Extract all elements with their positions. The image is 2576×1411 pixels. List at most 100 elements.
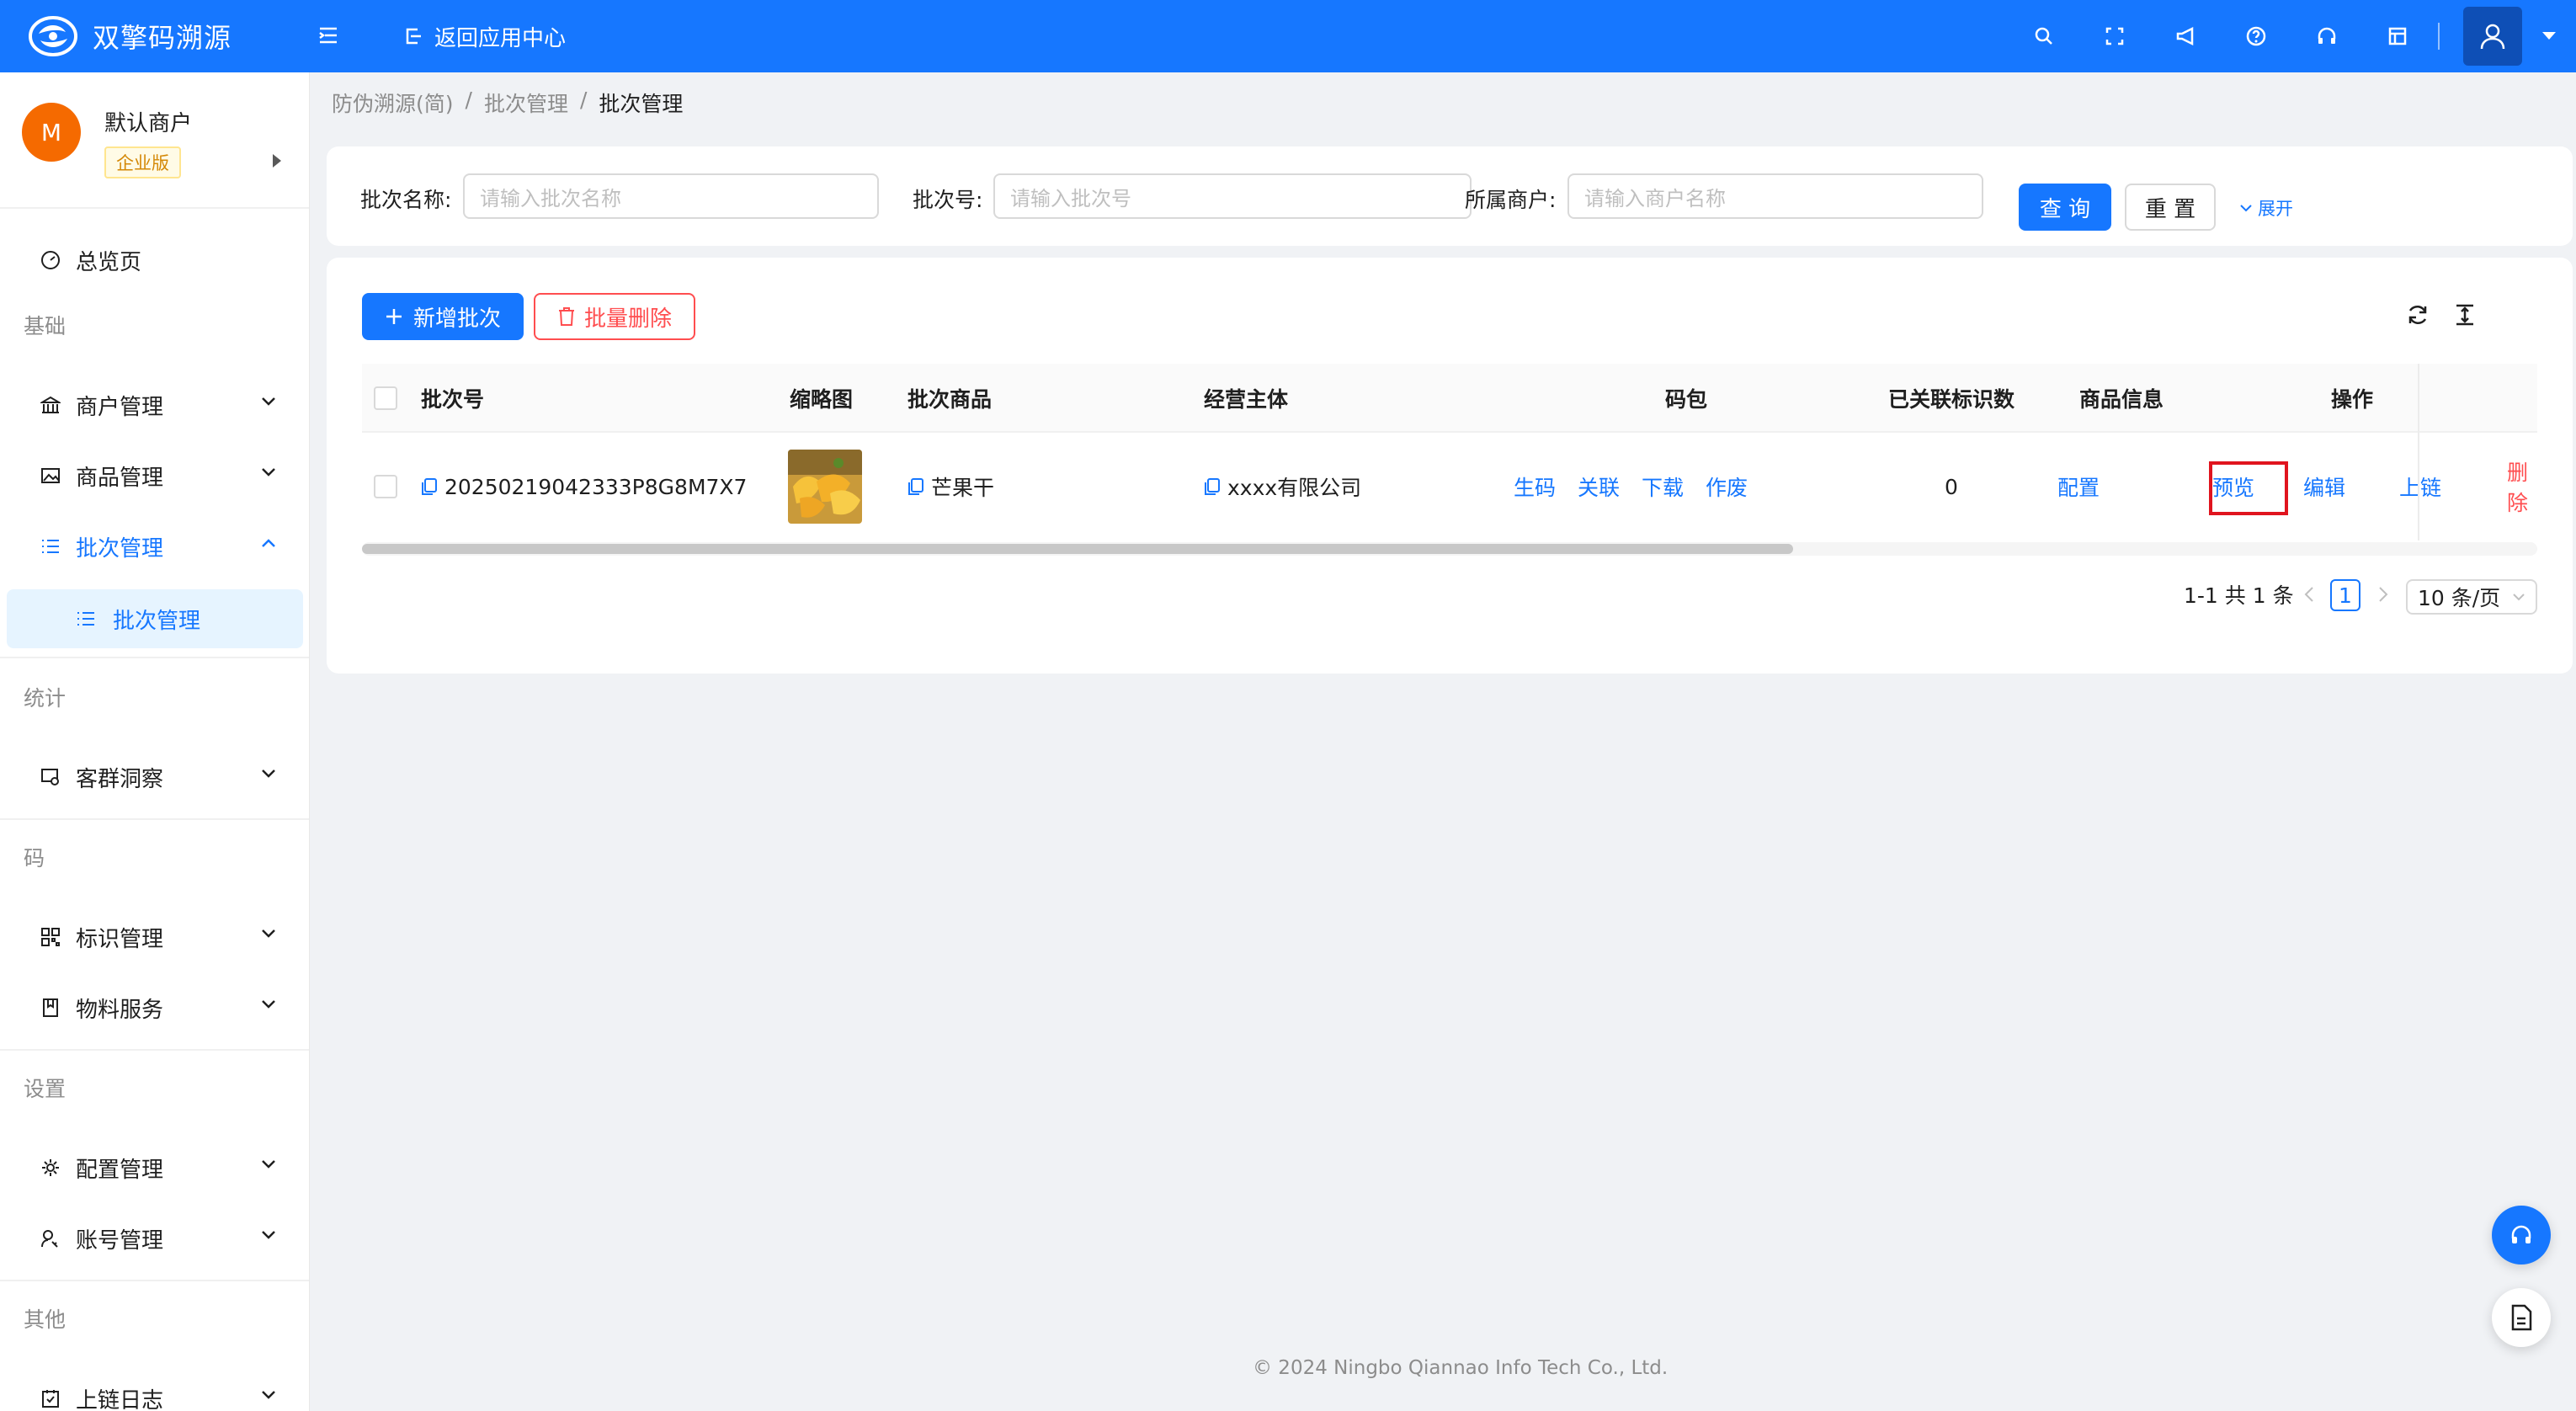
product-value: 芒果干 [931, 476, 995, 500]
merchant-input[interactable]: 请输入商户名称 [1567, 173, 1983, 219]
sidebar-item-material[interactable]: 物料服务 [0, 978, 309, 1037]
customer-service-button[interactable] [2492, 1206, 2551, 1265]
breadcrumb-item[interactable]: 批次管理 [484, 88, 568, 118]
app-name: 双擎码溯源 [93, 22, 232, 54]
sidebar-item-merchant[interactable]: 商户管理 [0, 375, 309, 434]
back-label: 返回应用中心 [434, 25, 567, 51]
search-icon[interactable] [2009, 0, 2079, 72]
sidebar-item-account[interactable]: 账号管理 [0, 1209, 309, 1268]
document-button[interactable] [2492, 1288, 2551, 1347]
delete-link[interactable]: 删除 [2507, 433, 2537, 540]
chevron-right-icon [2379, 587, 2388, 602]
page-size-select[interactable]: 10 条/页 [2406, 579, 2537, 615]
associate-link[interactable]: 关联 [1578, 433, 1620, 540]
sidebar-item-config[interactable]: 配置管理 [0, 1138, 309, 1197]
sidebar-item-label: 账号管理 [76, 1227, 164, 1254]
chevron-left-icon [2304, 587, 2313, 602]
add-batch-label: 新增批次 [412, 306, 501, 332]
select-all-checkbox[interactable] [374, 364, 401, 433]
horizontal-scrollbar[interactable] [362, 542, 2537, 556]
chain-upload-link[interactable]: 上链 [2399, 433, 2441, 540]
edit-link[interactable]: 编辑 [2303, 433, 2345, 540]
cell-thumbnail [788, 433, 862, 540]
breadcrumb-item[interactable]: 防伪溯源(简) [332, 88, 454, 118]
column-header-actions: 操作 [2330, 387, 2373, 412]
menu-fold-icon[interactable] [315, 22, 342, 49]
sidebar-subitem-batch[interactable]: 批次管理 [7, 589, 303, 648]
user-icon [2480, 24, 2505, 50]
brand[interactable]: 双擎码溯源 [0, 0, 310, 72]
sidebar-divider [0, 1049, 309, 1051]
layout-icon[interactable] [2362, 0, 2433, 72]
sidebar-item-batch[interactable]: 批次管理 [0, 517, 309, 576]
breadcrumb: 防伪溯源(简) / 批次管理 / 批次管理 [332, 88, 683, 118]
sidebar-item-label: 总览页 [76, 249, 142, 275]
user-menu-caret[interactable] [2522, 31, 2576, 41]
download-link[interactable]: 下载 [1642, 433, 1684, 540]
headset-icon[interactable] [2291, 0, 2362, 72]
breadcrumb-current: 批次管理 [599, 92, 684, 116]
logo-icon [29, 16, 77, 56]
merchant-switcher[interactable]: M 默认商户 企业版 [0, 72, 309, 209]
gear-icon [39, 1156, 62, 1179]
product-thumbnail[interactable] [788, 450, 862, 524]
copy-icon[interactable] [421, 477, 438, 496]
copy-icon[interactable] [1204, 477, 1221, 496]
user-avatar[interactable] [2463, 7, 2522, 66]
prev-page-button[interactable] [2303, 576, 2315, 613]
reset-button[interactable]: 重 置 [2125, 184, 2216, 231]
sidebar-item-label: 物料服务 [76, 997, 164, 1023]
row-checkbox[interactable] [374, 433, 401, 540]
page-1-button[interactable]: 1 [2330, 579, 2360, 611]
copy-icon[interactable] [907, 477, 924, 496]
column-header-product-info: 商品信息 [2079, 387, 2164, 412]
user-key-icon [39, 1227, 62, 1250]
merchant-name: 默认商户 [104, 111, 193, 136]
reload-icon[interactable] [2403, 300, 2433, 330]
search-form: 批次名称: 请输入批次名称 批次号: 请输入批次号 所属商户: 请输入商户名称 … [327, 146, 2573, 246]
scrollbar-thumb[interactable] [362, 544, 1793, 554]
header-divider [2438, 23, 2440, 50]
fullscreen-icon[interactable] [2079, 0, 2150, 72]
expand-toggle[interactable]: 展开 [2239, 195, 2293, 221]
generate-code-link[interactable]: 生码 [1514, 433, 1556, 540]
chevron-down-icon [2513, 594, 2525, 601]
cell-product: 芒果干 [907, 433, 994, 540]
fixed-column-divider [2418, 364, 2419, 540]
merchant-label-text: 所属商户: [1465, 188, 1557, 212]
back-to-app-center-link[interactable]: 返回应用中心 [402, 19, 566, 54]
sidebar-item-tag[interactable]: 标识管理 [0, 908, 309, 966]
dashboard-icon [39, 248, 62, 272]
sidebar-divider [0, 1280, 309, 1281]
add-batch-button[interactable]: 新增批次 [362, 293, 524, 340]
void-link[interactable]: 作废 [1706, 433, 1748, 540]
sidebar-item-chain-log[interactable]: 上链日志 [0, 1369, 309, 1411]
chevron-down-icon [262, 769, 275, 778]
top-header: 双擎码溯源 返回应用中心 [0, 0, 2576, 72]
sidebar-item-customer-insight[interactable]: 客群洞察 [0, 748, 309, 807]
column-header-entity: 经营主体 [1204, 387, 1289, 412]
header-tools [2009, 0, 2576, 72]
bank-icon [39, 393, 62, 417]
sidebar-item-product[interactable]: 商品管理 [0, 446, 309, 505]
group-label-other: 其他 [24, 1307, 67, 1332]
group-label-settings: 设置 [24, 1077, 67, 1101]
page-size-value: 10 条/页 [2418, 586, 2501, 610]
product-info-config-link[interactable]: 配置 [2057, 433, 2100, 540]
megaphone-icon[interactable] [2150, 0, 2221, 72]
column-height-icon[interactable] [2450, 300, 2480, 330]
sidebar-item-label: 客群洞察 [76, 766, 164, 792]
sidebar-item-label: 批次管理 [113, 608, 201, 634]
batch-table-card: 新增批次 批量删除 批次号 缩略图 批次商品 经营主体 码包 已关联标识数 商品… [327, 258, 2573, 674]
chevron-down-icon [262, 1391, 275, 1399]
batch-no-input[interactable]: 请输入批次号 [993, 173, 1472, 219]
merchant-edition-badge: 企业版 [104, 146, 181, 178]
help-icon[interactable] [2221, 0, 2291, 72]
batch-delete-button[interactable]: 批量删除 [534, 293, 695, 340]
next-page-button[interactable] [2377, 576, 2389, 613]
query-button[interactable]: 查 询 [2019, 184, 2111, 231]
sidebar-item-overview[interactable]: 总览页 [0, 231, 309, 290]
batch-name-input[interactable]: 请输入批次名称 [463, 173, 879, 219]
breadcrumb-separator: / [579, 88, 588, 112]
entity-value: xxxx有限公司 [1227, 476, 1362, 500]
